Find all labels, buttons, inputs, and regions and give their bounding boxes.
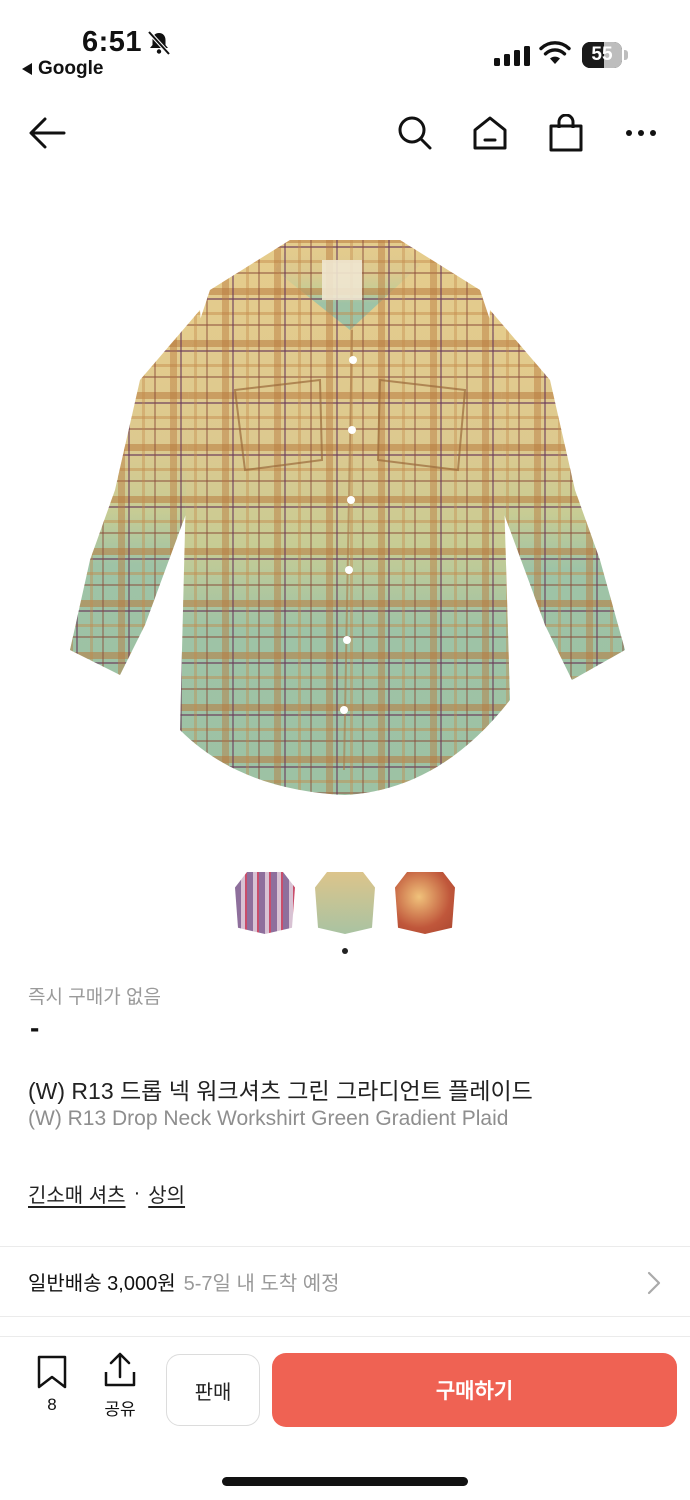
- back-button[interactable]: [22, 108, 72, 158]
- product-image[interactable]: [60, 230, 630, 810]
- cart-button[interactable]: [541, 108, 591, 158]
- share-button[interactable]: 공유: [98, 1352, 142, 1420]
- bookmark-icon: [37, 1355, 67, 1389]
- thumbnail-2[interactable]: [315, 872, 375, 934]
- bookmark-count: 8: [47, 1395, 57, 1414]
- category-sub-link[interactable]: 긴소매 셔츠: [28, 1179, 126, 1208]
- shopping-bag-icon: [549, 114, 583, 152]
- more-button[interactable]: [616, 108, 666, 158]
- home-button[interactable]: [465, 108, 515, 158]
- search-button[interactable]: [390, 108, 440, 158]
- bottom-bar-divider: [0, 1336, 690, 1337]
- more-icon: [626, 130, 656, 136]
- product-title-ko: (W) R13 드롭 넥 워크셔츠 그린 그라디언트 플레이드: [28, 1078, 533, 1104]
- thumbnail-1[interactable]: [235, 872, 295, 934]
- thumbnail-3[interactable]: [395, 872, 455, 934]
- divider: [0, 1316, 690, 1317]
- share-icon: [104, 1352, 136, 1387]
- back-app-label: Google: [38, 58, 104, 79]
- back-triangle-icon: [22, 63, 32, 75]
- category-breadcrumb: 긴소매 셔츠 · 상의: [28, 1179, 185, 1208]
- battery-percent: 55: [591, 44, 613, 65]
- cellular-signal-icon: [494, 44, 530, 66]
- divider: [0, 1246, 690, 1247]
- bookmark-button[interactable]: 8: [32, 1355, 72, 1420]
- shipping-type: 일반배송 3,000원: [28, 1273, 176, 1295]
- home-indicator: [222, 1477, 468, 1486]
- price: -: [30, 1012, 40, 1043]
- search-icon: [398, 116, 432, 150]
- availability-text: 즉시 구매가 없음: [28, 987, 161, 1008]
- shipping-row[interactable]: 일반배송 3,000원 5-7일 내 도착 예정: [28, 1267, 340, 1296]
- chevron-right-icon: [647, 1271, 661, 1295]
- product-title-en: (W) R13 Drop Neck Workshirt Green Gradie…: [28, 1107, 509, 1130]
- battery-icon: 55: [582, 42, 628, 68]
- back-to-app-link[interactable]: Google: [22, 58, 103, 80]
- home-icon: [473, 116, 507, 150]
- carousel-indicator: [342, 948, 348, 954]
- status-time: 6:51: [82, 26, 143, 58]
- wifi-icon: [539, 41, 571, 64]
- shipping-eta: 5-7일 내 도착 예정: [183, 1273, 340, 1295]
- share-label: 공유: [104, 1400, 136, 1419]
- image-thumbnails: [0, 872, 690, 934]
- status-bar: 6:51 Google 55: [0, 0, 690, 90]
- category-separator: ·: [133, 1182, 141, 1204]
- buy-button[interactable]: 구매하기: [272, 1353, 677, 1427]
- category-main-link[interactable]: 상의: [148, 1179, 185, 1208]
- sell-button[interactable]: 판매: [166, 1354, 260, 1426]
- bell-muted-icon: [147, 30, 171, 56]
- back-arrow-icon: [29, 117, 66, 149]
